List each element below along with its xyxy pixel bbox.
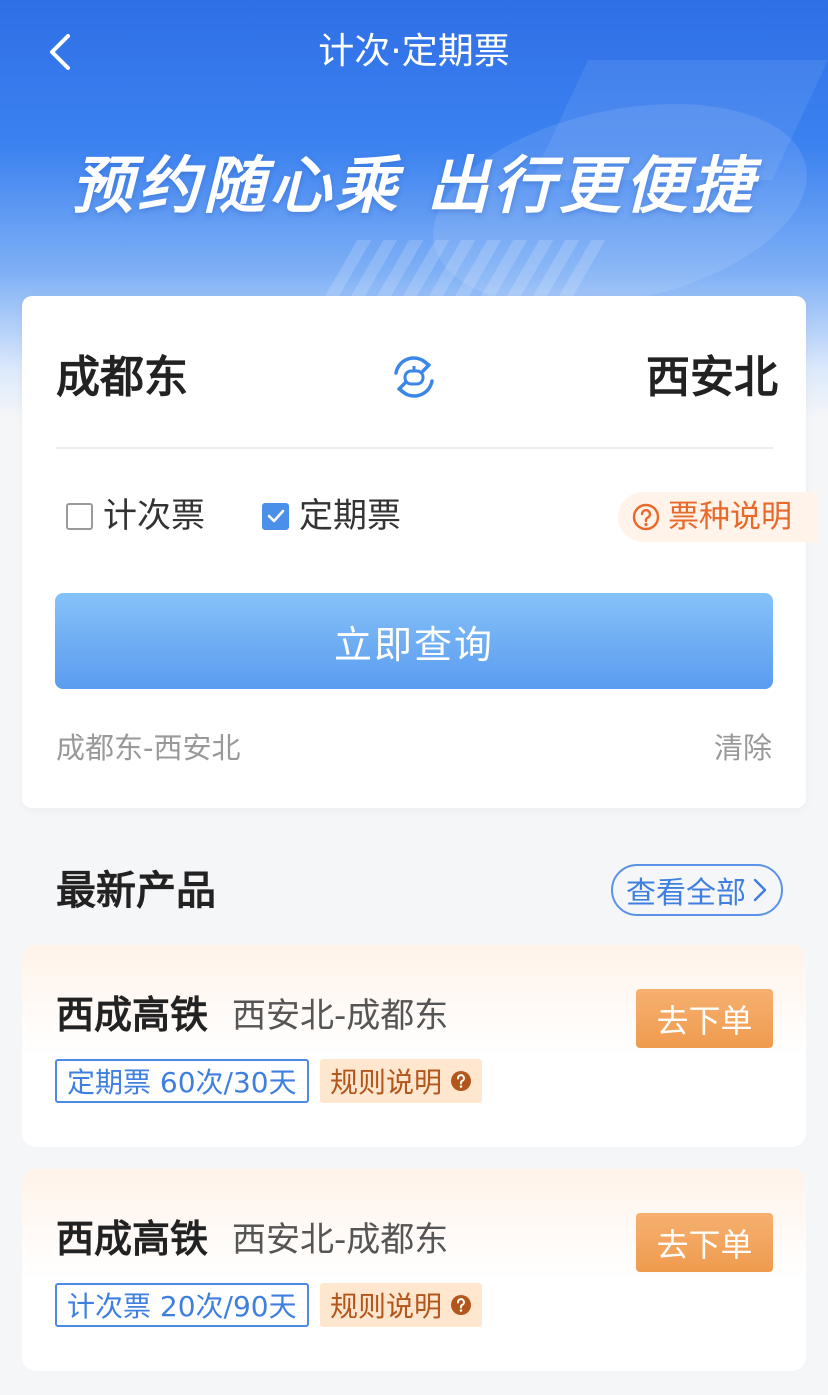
product-card[interactable]: 西成高铁 西安北-成都东 计次票 20次/90天 规则说明 去下单 xyxy=(22,1169,806,1371)
question-circle-icon xyxy=(632,503,660,531)
view-all-label: 查看全部 xyxy=(626,876,746,911)
divider xyxy=(56,447,773,449)
times-ticket-label: 计次票 xyxy=(103,496,205,536)
product-name: 西成高铁 xyxy=(56,993,209,1037)
product-route: 西安北-成都东 xyxy=(232,996,449,1036)
ticket-type-period-option[interactable]: 定期票 xyxy=(262,494,401,538)
view-all-button[interactable]: 查看全部 xyxy=(611,864,783,916)
period-ticket-label: 定期票 xyxy=(299,496,401,536)
place-order-button[interactable]: 去下单 xyxy=(636,989,773,1048)
query-button[interactable]: 立即查询 xyxy=(55,593,773,689)
search-card: 成都东 西安北 计次票 定期票 票种说明 立即查询 成都东-西安北 清除 xyxy=(22,296,818,808)
question-icon xyxy=(451,1071,472,1091)
swap-stations-icon[interactable] xyxy=(388,351,440,403)
check-icon xyxy=(267,509,284,523)
ticket-type-times-option[interactable]: 计次票 xyxy=(66,494,205,538)
place-order-button[interactable]: 去下单 xyxy=(636,1213,773,1272)
period-ticket-checkbox[interactable] xyxy=(262,502,289,530)
times-ticket-checkbox[interactable] xyxy=(66,502,93,530)
to-station[interactable]: 西安北 xyxy=(646,348,778,408)
rule-label: 规则说明 xyxy=(330,1066,443,1099)
help-label: 票种说明 xyxy=(668,499,792,535)
ticket-type-help-button[interactable]: 票种说明 xyxy=(618,492,818,542)
section-title: 最新产品 xyxy=(56,868,216,914)
hero-slogan: 预约随心乘 出行更便捷 xyxy=(71,149,757,222)
rule-label: 规则说明 xyxy=(330,1290,443,1323)
product-card[interactable]: 西成高铁 西安北-成都东 定期票 60次/30天 规则说明 去下单 xyxy=(22,945,806,1147)
product-name: 西成高铁 xyxy=(56,1217,209,1261)
from-station[interactable]: 成都东 xyxy=(56,348,188,408)
product-route: 西安北-成都东 xyxy=(232,1220,449,1260)
clear-history-button[interactable]: 清除 xyxy=(714,728,772,768)
page-title: 计次·定期票 xyxy=(318,31,510,72)
chevron-right-icon xyxy=(753,878,767,902)
question-icon xyxy=(451,1295,472,1315)
rule-info-button[interactable]: 规则说明 xyxy=(320,1059,483,1103)
nav-bar: 计次·定期票 xyxy=(0,0,828,104)
product-ticket-tag: 计次票 20次/90天 xyxy=(55,1283,309,1327)
search-history-item[interactable]: 成都东-西安北 xyxy=(56,728,240,768)
rule-info-button[interactable]: 规则说明 xyxy=(320,1283,483,1327)
hero-decoration xyxy=(322,240,618,300)
product-ticket-tag: 定期票 60次/30天 xyxy=(55,1059,309,1103)
